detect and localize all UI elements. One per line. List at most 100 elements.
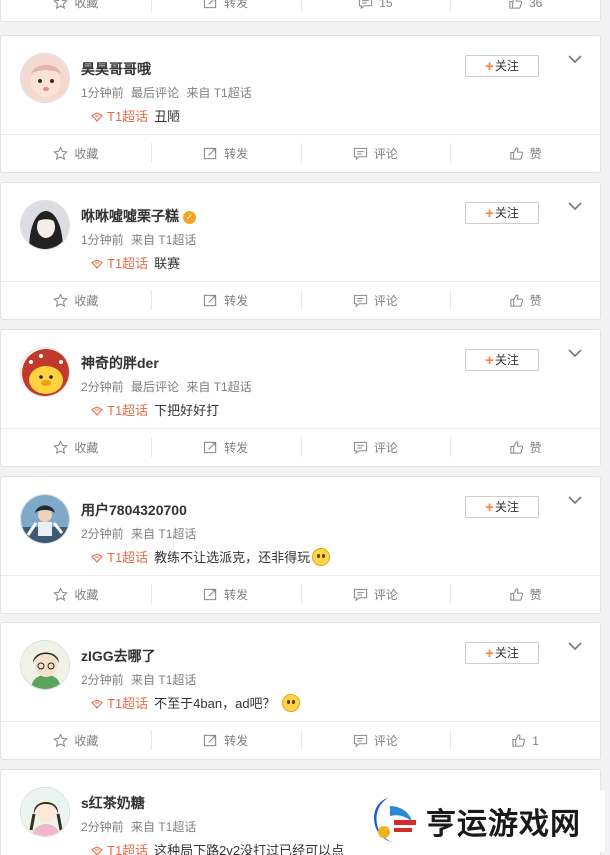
follow-button[interactable]: +关注 bbox=[465, 349, 539, 371]
thumbs-up-icon bbox=[509, 588, 523, 601]
comment-button[interactable]: 评论 bbox=[300, 282, 451, 319]
post-content: T1超话 这种局下路2v2没打过已经可以点 bbox=[91, 840, 344, 855]
post-text: 教练不让选派克，还非得玩 bbox=[154, 550, 311, 565]
repost-icon bbox=[204, 441, 217, 454]
follow-button[interactable]: +关注 bbox=[465, 55, 539, 77]
chevron-down-icon[interactable] bbox=[567, 200, 583, 212]
post-meta: 2分钟前 来自 T1超话 bbox=[81, 527, 197, 541]
follow-button[interactable]: +关注 bbox=[465, 496, 539, 518]
post-content: T1超话 丑陋 bbox=[91, 106, 180, 125]
repost-button[interactable]: 转发 bbox=[150, 576, 301, 613]
comment-button[interactable]: 15 bbox=[300, 0, 451, 21]
favorite-button[interactable]: 收藏 bbox=[1, 576, 151, 613]
post-content: T1超话 下把好好打 bbox=[91, 400, 219, 419]
comment-button[interactable]: 评论 bbox=[300, 429, 451, 466]
comment-icon bbox=[353, 441, 367, 455]
avatar[interactable] bbox=[20, 494, 70, 544]
avatar[interactable] bbox=[20, 347, 70, 397]
like-count: 36 bbox=[528, 0, 543, 10]
avatar[interactable] bbox=[20, 787, 70, 837]
topic-icon bbox=[91, 553, 103, 563]
favorite-button[interactable]: 收藏 bbox=[1, 282, 151, 319]
watermark-text: 亨运游戏网 bbox=[426, 807, 581, 842]
repost-icon bbox=[204, 147, 217, 160]
action-bar: 收藏 转发 评论 赞 bbox=[1, 134, 600, 172]
comment-button[interactable]: 评论 bbox=[300, 722, 451, 759]
favorite-button[interactable]: 收藏 bbox=[1, 722, 151, 759]
star-icon bbox=[53, 440, 69, 455]
avatar[interactable] bbox=[20, 53, 70, 103]
action-bar: 收藏 转发 评论 赞 bbox=[1, 281, 600, 319]
post-card: 咻咻噓噓栗子糕 ✓ 1分钟前 来自 T1超话 T1超话 联赛 +关注 收藏 转发 评… bbox=[0, 182, 601, 320]
like-button[interactable]: 赞 bbox=[450, 135, 600, 172]
star-icon bbox=[53, 293, 69, 308]
post-card: 用户7804320700 2分钟前 来自 T1超话 T1超话 教练不让选派克，还非… bbox=[0, 476, 601, 614]
post-text: 联赛 bbox=[154, 256, 181, 271]
comment-button[interactable]: 评论 bbox=[300, 576, 451, 613]
chevron-down-icon[interactable] bbox=[567, 53, 583, 65]
repost-button[interactable]: 转发 bbox=[150, 0, 301, 21]
comment-icon bbox=[353, 734, 367, 748]
like-button[interactable]: 1 bbox=[450, 722, 600, 759]
favorite-button[interactable]: 收藏 bbox=[1, 429, 151, 466]
comment-button[interactable]: 评论 bbox=[300, 135, 451, 172]
avatar[interactable] bbox=[20, 200, 70, 250]
laughing-emoji-icon bbox=[312, 548, 331, 566]
follow-button[interactable]: +关注 bbox=[465, 642, 539, 664]
like-button[interactable]: 36 bbox=[450, 0, 600, 21]
post-card-previous: 收藏 转发 15 36 bbox=[0, 0, 601, 22]
topic-icon bbox=[91, 259, 103, 269]
chevron-down-icon[interactable] bbox=[567, 494, 583, 506]
post-meta: 2分钟前 来自 T1超话 bbox=[81, 673, 197, 687]
follow-button[interactable]: +关注 bbox=[465, 202, 539, 224]
repost-button[interactable]: 转发 bbox=[150, 135, 301, 172]
repost-button[interactable]: 转发 bbox=[150, 722, 301, 759]
topic-icon bbox=[91, 846, 103, 855]
topic-link[interactable]: T1超话 bbox=[91, 256, 148, 271]
favorite-button[interactable]: 收藏 bbox=[1, 135, 151, 172]
comment-count: 15 bbox=[379, 0, 393, 10]
topic-link[interactable]: T1超话 bbox=[91, 550, 148, 565]
post-text: 不至于4ban，ad吧？ bbox=[154, 696, 276, 711]
post-meta: 2分钟前 来自 T1超话 bbox=[81, 820, 197, 834]
action-bar: 收藏 转发 评论 赞 bbox=[1, 575, 600, 613]
topic-icon bbox=[91, 112, 103, 122]
repost-button[interactable]: 转发 bbox=[150, 429, 301, 466]
star-icon bbox=[53, 587, 69, 602]
post-meta: 1分钟前 来自 T1超话 bbox=[81, 233, 197, 247]
user-name[interactable]: s红茶奶糖 bbox=[81, 793, 145, 813]
favorite-button[interactable]: 收藏 bbox=[1, 0, 151, 21]
topic-link[interactable]: T1超话 bbox=[91, 403, 148, 418]
post-meta: 2分钟前 最后评论 来自 T1超话 bbox=[81, 380, 252, 394]
like-button[interactable]: 赞 bbox=[450, 282, 600, 319]
repost-icon bbox=[204, 588, 217, 601]
post-text: 丑陋 bbox=[154, 109, 181, 124]
topic-link[interactable]: T1超话 bbox=[91, 696, 148, 711]
thumbs-up-icon bbox=[512, 734, 526, 747]
topic-link[interactable]: T1超话 bbox=[91, 109, 148, 124]
post-card: zIGG去哪了 2分钟前 来自 T1超话 T1超话 不至于4ban，ad吧？ +关… bbox=[0, 622, 601, 760]
user-name[interactable]: 神奇的胖der bbox=[81, 353, 159, 373]
comment-icon bbox=[359, 0, 373, 10]
verified-badge-icon: ✓ bbox=[183, 211, 196, 224]
like-button[interactable]: 赞 bbox=[450, 429, 600, 466]
thumbs-up-icon bbox=[509, 0, 522, 9]
comment-icon bbox=[353, 294, 367, 308]
user-name[interactable]: 昊昊哥哥哦 bbox=[81, 59, 151, 79]
action-bar: 收藏 转发 评论 赞 bbox=[1, 428, 600, 466]
user-name[interactable]: 咻咻噓噓栗子糕 ✓ bbox=[81, 206, 196, 226]
chevron-down-icon[interactable] bbox=[567, 347, 583, 359]
watermark-logo-icon bbox=[374, 798, 416, 842]
user-name[interactable]: zIGG去哪了 bbox=[81, 646, 156, 666]
repost-icon bbox=[204, 734, 217, 747]
like-button[interactable]: 赞 bbox=[450, 576, 600, 613]
repost-button[interactable]: 转发 bbox=[150, 282, 301, 319]
topic-link[interactable]: T1超话 bbox=[91, 843, 148, 855]
post-card: 昊昊哥哥哦 1分钟前 最后评论 来自 T1超话 T1超话 丑陋 +关注 收藏 转发… bbox=[0, 35, 601, 173]
post-card: 神奇的胖der 2分钟前 最后评论 来自 T1超话 T1超话 下把好好打 +关注 … bbox=[0, 329, 601, 467]
chevron-down-icon[interactable] bbox=[567, 640, 583, 652]
avatar[interactable] bbox=[20, 640, 70, 690]
user-name[interactable]: 用户7804320700 bbox=[81, 500, 187, 520]
action-bar: 收藏 转发 15 36 bbox=[1, 0, 600, 21]
thumbs-up-icon bbox=[509, 441, 523, 454]
